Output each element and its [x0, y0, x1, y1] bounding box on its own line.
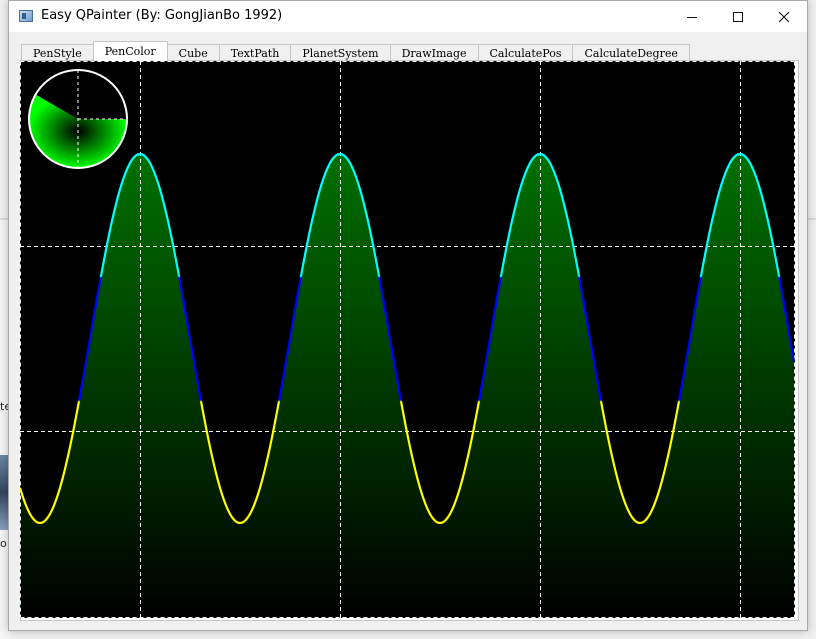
maximize-icon: [733, 11, 743, 22]
tab-drawimage[interactable]: DrawImage: [389, 44, 479, 61]
background-app-thumbnail: [0, 455, 8, 530]
tab-planetsystem[interactable]: PlanetSystem: [290, 44, 391, 61]
maximize-button[interactable]: [715, 1, 761, 32]
tab-cube[interactable]: Cube: [166, 44, 220, 61]
tab-label: Cube: [178, 46, 208, 60]
background-app-text: o: [0, 537, 7, 550]
angle-gauge: [28, 69, 128, 169]
tab-calculatedegree[interactable]: CalculateDegree: [572, 44, 690, 61]
app-icon: [19, 10, 33, 22]
close-button[interactable]: [761, 1, 807, 32]
tab-label: PenStyle: [33, 46, 82, 60]
window-title: Easy QPainter (By: GongJianBo 1992): [41, 8, 283, 23]
tab-label: PlanetSystem: [302, 46, 379, 60]
paint-canvas[interactable]: [20, 61, 795, 618]
tab-penstyle[interactable]: PenStyle: [21, 44, 94, 61]
tab-bar: PenStyle PenColor Cube TextPath PlanetSy…: [21, 41, 690, 61]
tab-textpath[interactable]: TextPath: [218, 44, 292, 61]
tab-label: TextPath: [230, 46, 280, 60]
title-bar[interactable]: Easy QPainter (By: GongJianBo 1992): [9, 1, 807, 32]
wave-drawing: [20, 61, 795, 618]
tab-label: PenColor: [104, 45, 156, 58]
tab-label: CalculatePos: [489, 46, 562, 60]
minimize-icon: [687, 16, 697, 18]
tab-label: CalculateDegree: [584, 46, 678, 60]
minimize-button[interactable]: [669, 1, 715, 32]
tab-calculatepos[interactable]: CalculatePos: [477, 44, 574, 61]
close-icon: [778, 11, 790, 22]
tab-pencolor[interactable]: PenColor: [92, 41, 168, 61]
tab-label: DrawImage: [401, 46, 467, 60]
